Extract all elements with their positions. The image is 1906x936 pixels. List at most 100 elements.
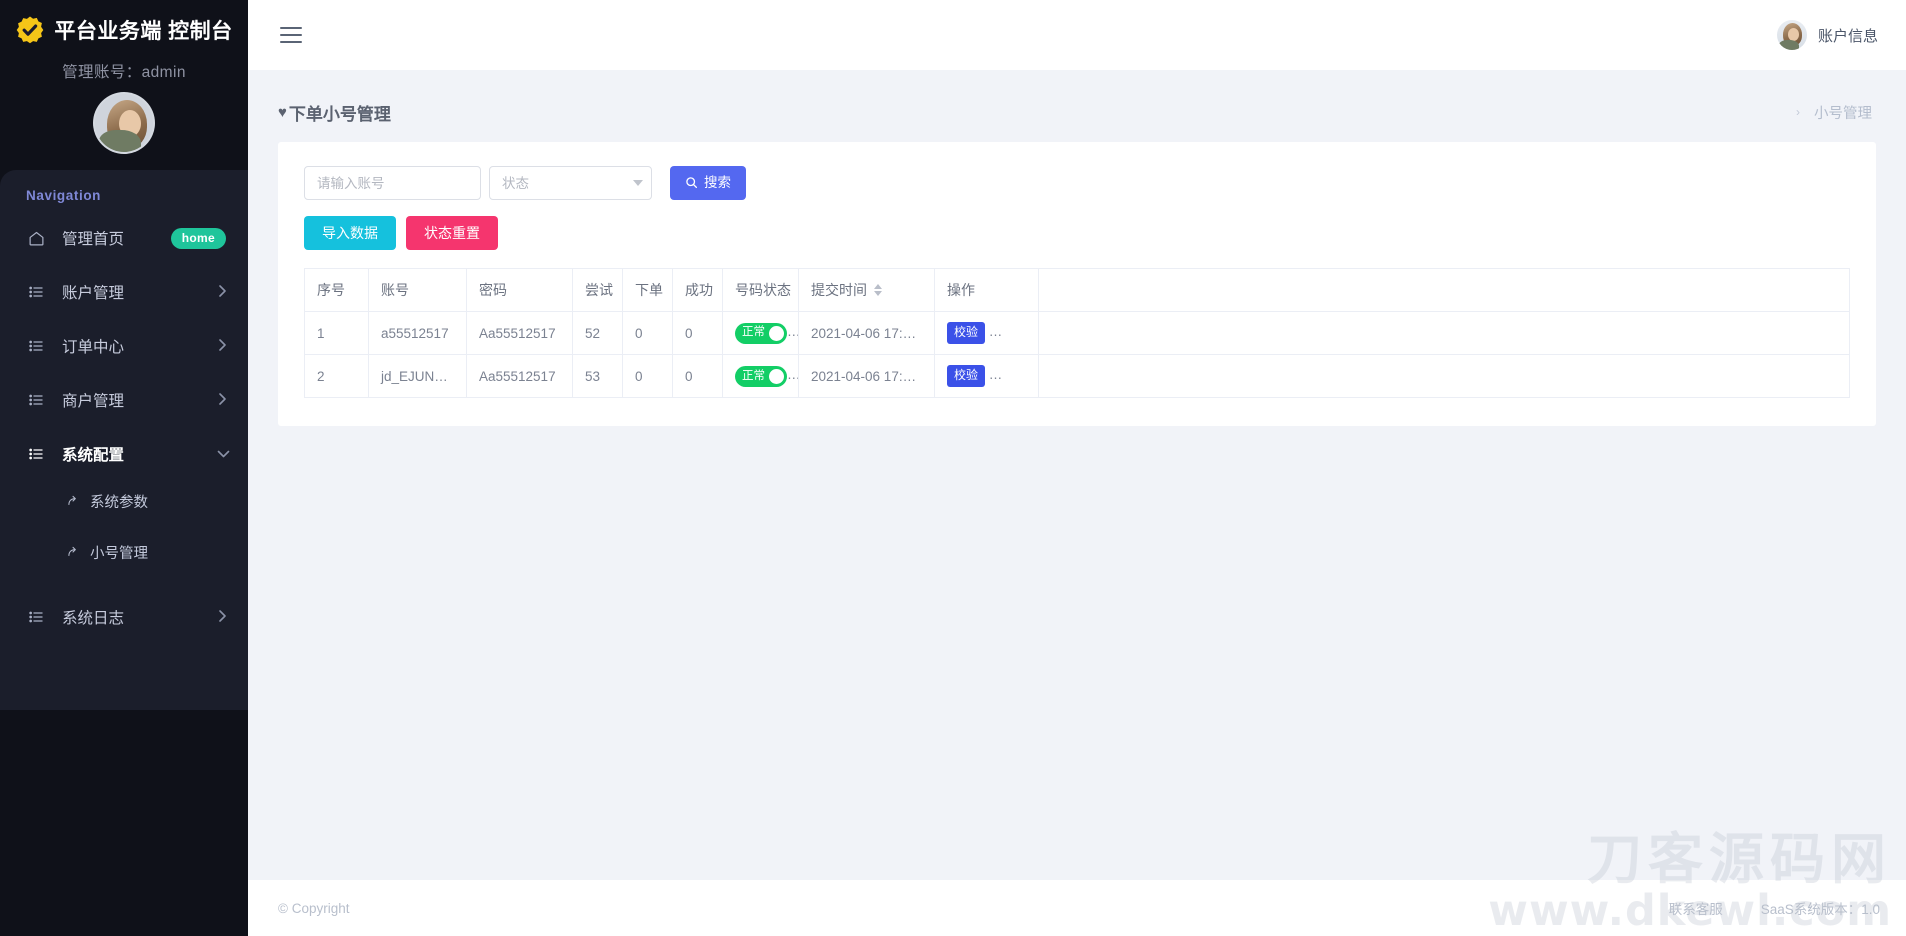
sub-account-table: 序号 账号 密码 尝试 下单 成功 号码状态 提交时间	[304, 268, 1850, 398]
footer-version: SaaS系统版本：1.0	[1761, 898, 1880, 918]
toggle-knob	[769, 326, 784, 341]
account-label: 账户信息	[1818, 25, 1878, 46]
sidebar-item-account-mgmt[interactable]: 账户管理	[0, 265, 248, 319]
cell-index: 1	[305, 312, 369, 355]
cell-password: Aa55512517	[467, 355, 573, 398]
page-title: ♥ 下单小号管理	[278, 100, 391, 125]
account-avatar	[1777, 20, 1807, 50]
sidebar-item-home[interactable]: 管理首页 home	[0, 211, 248, 265]
check-gear-icon	[15, 15, 45, 45]
sort-arrows-icon[interactable]	[874, 284, 882, 296]
avatar	[93, 92, 155, 154]
cell-spacer	[1039, 355, 1850, 398]
brand-title: 平台业务端 控制台	[54, 15, 232, 45]
chevron-right-icon	[219, 610, 226, 624]
sidebar-item-system-config[interactable]: 系统配置	[0, 427, 248, 481]
sidebar: 平台业务端 控制台 管理账号：admin Navigation 管理首页 hom…	[0, 0, 248, 936]
footer-copyright: © Copyright	[278, 901, 349, 916]
cell-orders: 0	[623, 312, 673, 355]
nav-panel: Navigation 管理首页 home 账户管理	[0, 170, 248, 710]
cell-operations: 校验 删除	[935, 312, 1039, 355]
page-title-text: 下单小号管理	[289, 100, 391, 125]
col-number-status: 号码状态	[723, 269, 799, 312]
sidebar-item-system-log[interactable]: 系统日志	[0, 590, 248, 644]
status-select-input[interactable]	[489, 166, 652, 200]
submenu-system-config: 系统参数 小号管理	[0, 481, 248, 574]
hamburger-icon[interactable]	[278, 23, 304, 47]
search-account-input[interactable]	[304, 166, 481, 200]
cell-status: 正常	[723, 312, 799, 355]
action-bar: 导入数据 状态重置	[304, 216, 1850, 250]
delete-button[interactable]: 删除	[995, 365, 1033, 387]
col-spacer	[1039, 269, 1850, 312]
chevron-down-icon	[216, 451, 230, 458]
delete-button[interactable]: 删除	[995, 322, 1033, 344]
cell-password: Aa55512517	[467, 312, 573, 355]
footer-support-link[interactable]: 联系客服	[1669, 898, 1723, 918]
page-header: ♥ 下单小号管理 › 小号管理	[248, 70, 1906, 132]
col-submit-time[interactable]: 提交时间	[799, 269, 935, 312]
status-label: 正常	[742, 327, 765, 339]
cell-operations: 校验 删除	[935, 355, 1039, 398]
sidebar-item-label: 商户管理	[62, 389, 219, 411]
home-icon	[26, 230, 46, 247]
chevron-right-icon	[219, 285, 226, 299]
breadcrumb-current: 小号管理	[1814, 102, 1872, 123]
link-arrow-icon	[66, 494, 80, 508]
main-area: 账户信息 ♥ 下单小号管理 › 小号管理	[248, 0, 1906, 936]
search-icon	[685, 176, 698, 191]
sidebar-subitem-label: 小号管理	[90, 542, 148, 563]
search-button[interactable]: 搜索	[670, 166, 746, 200]
status-select[interactable]	[489, 166, 652, 200]
cell-success: 0	[673, 355, 723, 398]
status-toggle[interactable]: 正常	[735, 323, 787, 344]
col-orders: 下单	[623, 269, 673, 312]
table-header-row: 序号 账号 密码 尝试 下单 成功 号码状态 提交时间	[305, 269, 1850, 312]
sidebar-subitem-system-params[interactable]: 系统参数	[0, 485, 248, 517]
import-data-button[interactable]: 导入数据	[304, 216, 396, 250]
list-icon	[26, 338, 46, 354]
status-toggle[interactable]: 正常	[735, 366, 787, 387]
status-reset-button[interactable]: 状态重置	[406, 216, 498, 250]
sidebar-item-label: 订单中心	[62, 335, 219, 357]
col-operations: 操作	[935, 269, 1039, 312]
link-arrow-icon	[66, 545, 80, 559]
chevron-right-icon	[219, 393, 226, 407]
account-info-button[interactable]: 账户信息	[1777, 20, 1878, 50]
list-icon	[26, 446, 46, 462]
verify-button[interactable]: 校验	[947, 322, 985, 344]
cell-submit-time: 2021-04-06 17:46:04	[799, 355, 935, 398]
breadcrumb: › 小号管理	[1796, 102, 1872, 123]
col-password: 密码	[467, 269, 573, 312]
cell-account: a55512517	[369, 312, 467, 355]
col-attempts: 尝试	[573, 269, 623, 312]
toggle-knob	[769, 369, 784, 384]
sidebar-item-label: 系统配置	[62, 443, 219, 465]
footer: © Copyright 联系客服 SaaS系统版本：1.0	[248, 880, 1906, 936]
sidebar-subitem-label: 系统参数	[90, 491, 148, 512]
list-icon	[26, 284, 46, 300]
home-badge: home	[171, 228, 226, 249]
footer-right: 联系客服 SaaS系统版本：1.0	[1669, 898, 1880, 918]
sidebar-item-label: 账户管理	[62, 281, 219, 303]
col-submit-time-label: 提交时间	[811, 280, 867, 300]
cell-success: 0	[673, 312, 723, 355]
cell-submit-time: 2021-04-06 17:46:04	[799, 312, 935, 355]
filter-bar: 搜索	[304, 166, 1850, 200]
cell-status: 正常	[723, 355, 799, 398]
heart-icon: ♥	[278, 104, 287, 121]
search-button-label: 搜索	[704, 176, 731, 190]
topbar: 账户信息	[248, 0, 1906, 70]
watermark-line-1: 刀客源码网	[1488, 832, 1892, 887]
sidebar-subitem-sub-account-mgmt[interactable]: 小号管理	[0, 536, 248, 568]
breadcrumb-separator: ›	[1796, 105, 1800, 119]
verify-button[interactable]: 校验	[947, 365, 985, 387]
sidebar-avatar-wrap	[0, 92, 248, 154]
list-icon	[26, 392, 46, 408]
nav-section-title: Navigation	[0, 188, 248, 211]
brand[interactable]: 平台业务端 控制台	[0, 0, 248, 46]
sidebar-item-merchant-mgmt[interactable]: 商户管理	[0, 373, 248, 427]
sidebar-item-label: 管理首页	[62, 227, 171, 249]
sidebar-item-order-center[interactable]: 订单中心	[0, 319, 248, 373]
sidebar-item-label: 系统日志	[62, 606, 219, 628]
